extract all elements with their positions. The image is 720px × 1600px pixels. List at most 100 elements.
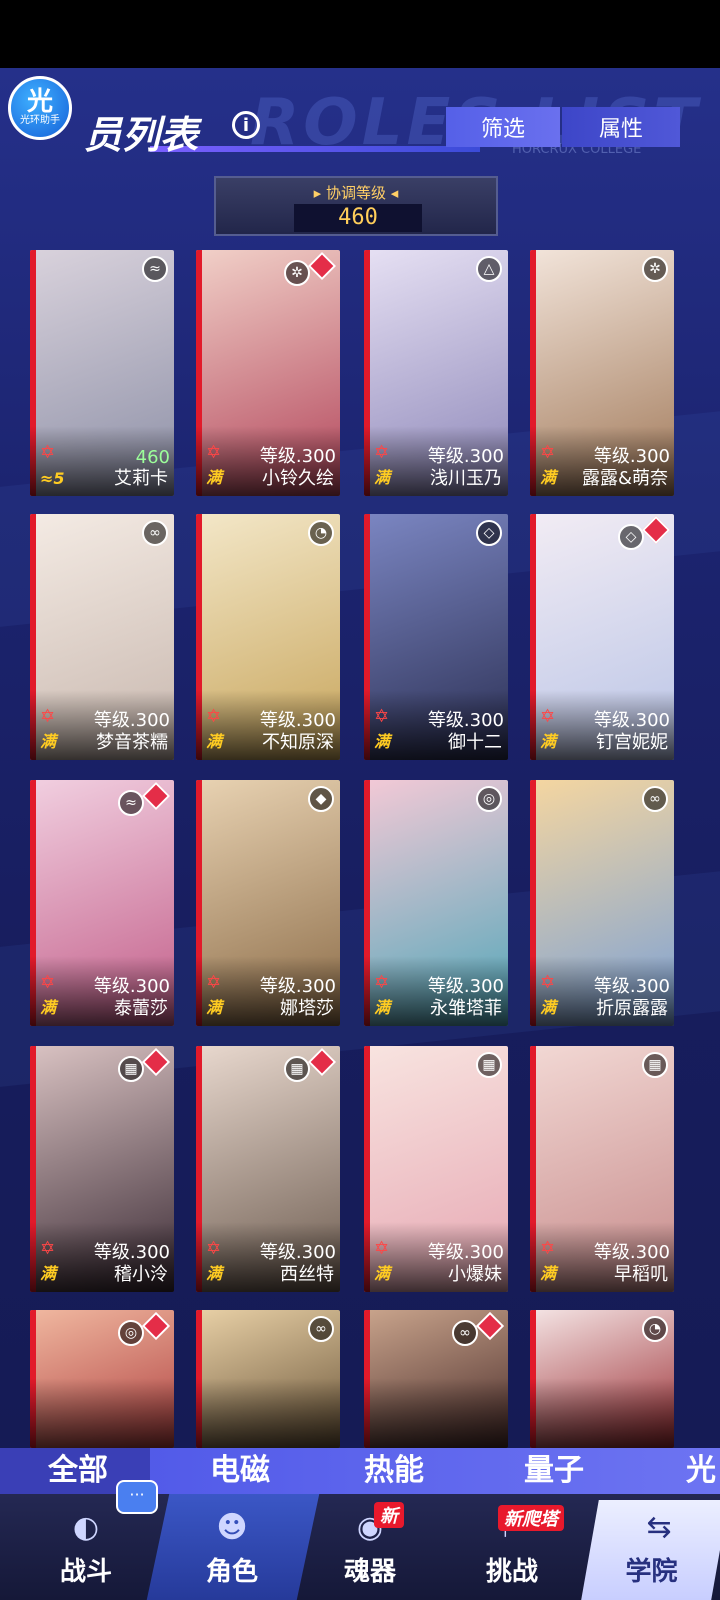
new-tower-tag: 新爬塔 — [498, 1505, 564, 1531]
character-name: 艾莉卡 — [114, 468, 168, 489]
character-name: 小爆妹 — [448, 1264, 502, 1285]
nav-soul-vessel-label: 魂器 — [343, 1557, 396, 1587]
character-card[interactable]: ◇ ✡ 等级.300 满御十二 — [364, 514, 508, 760]
new-tag: 新 — [374, 1502, 404, 1528]
max-level-mark: 满 — [540, 1264, 557, 1283]
rank-star-icon: ✡ — [374, 442, 390, 463]
filter-button[interactable]: 筛选 — [446, 107, 560, 147]
link-icon: ∞ — [308, 1316, 334, 1342]
character-card[interactable]: ▦ ✡ 等级.300 满早稻叽 — [530, 1046, 674, 1292]
spiral-icon: ◎ — [118, 1320, 144, 1346]
grid-icon: ▦ — [642, 1052, 668, 1078]
max-level-mark: 满 — [206, 732, 223, 751]
attribute-button[interactable]: 属性 — [562, 107, 680, 147]
chat-icon[interactable]: ··· — [116, 1480, 158, 1514]
rank-star-icon: ✡ — [206, 972, 222, 993]
nav-challenge-label: 挑战 — [485, 1557, 538, 1587]
card-shade — [530, 1378, 674, 1448]
halo-assistant-logo[interactable]: 光 光环助手 — [8, 76, 72, 140]
card-shade — [196, 1378, 340, 1448]
character-name: 露露&萌奈 — [581, 468, 668, 489]
rank-star-icon: ✡ — [206, 442, 222, 463]
tab-all[interactable]: 全部 — [48, 1448, 108, 1494]
header-underline — [150, 146, 480, 152]
grid-icon: ▦ — [118, 1056, 144, 1082]
element-tabs: 全部 电磁 热能 量子 光 — [0, 1448, 720, 1494]
tab-light[interactable]: 光 — [686, 1448, 716, 1494]
coordination-value: 460 — [294, 204, 422, 232]
character-card[interactable]: ∞ — [196, 1310, 340, 1448]
max-level-mark: ≈5 — [40, 469, 65, 488]
rank-star-icon: ✡ — [540, 442, 556, 463]
character-card[interactable]: ◇ ✡ 等级.300 满钉宫妮妮 — [530, 514, 674, 760]
character-card[interactable]: ▦ ✡ 等级.300 满稽小泠 — [30, 1046, 174, 1292]
character-name: 梦音茶糯 — [96, 732, 168, 753]
link-icon: ∞ — [642, 786, 668, 812]
logo-text: 光环助手 — [20, 115, 60, 126]
wifi-icon: ◔ — [308, 520, 334, 546]
character-card[interactable]: ≈ ✡ 等级.300 满泰蕾莎 — [30, 780, 174, 1026]
grid-icon: ▦ — [284, 1056, 310, 1082]
nav-soul-vessel[interactable]: ◉ 魂器 — [320, 1494, 420, 1600]
rank-star-icon: ✡ — [40, 1238, 56, 1259]
character-card[interactable]: ◆ ✡ 等级.300 满娜塔莎 — [196, 780, 340, 1026]
spiral-icon: ◎ — [476, 786, 502, 812]
character-card[interactable]: ◎ — [30, 1310, 174, 1448]
status-bar — [0, 0, 720, 68]
shield-icon: ◆ — [308, 786, 334, 812]
max-level-mark: 满 — [374, 998, 391, 1017]
character-card[interactable]: ◔ — [530, 1310, 674, 1448]
rank-star-icon: ✡ — [374, 706, 390, 727]
max-level-mark: 满 — [374, 468, 391, 487]
rank-star-icon: ✡ — [540, 706, 556, 727]
coordination-label: ▸ 协调等级 ◂ — [313, 184, 399, 202]
character-card[interactable]: △ ✡ 等级.300 满浅川玉乃 — [364, 250, 508, 496]
character-card[interactable]: ∞ ✡ 等级.300 满折原露露 — [530, 780, 674, 1026]
character-card[interactable]: ∞ — [364, 1310, 508, 1448]
rank-star-icon: ✡ — [374, 1238, 390, 1259]
tab-thermal[interactable]: 热能 — [364, 1448, 424, 1494]
wifi-icon: ◔ — [642, 1316, 668, 1342]
tab-electromagnetic[interactable]: 电磁 — [210, 1448, 270, 1494]
info-icon[interactable]: i — [232, 111, 260, 139]
character-card[interactable]: ▦ ✡ 等级.300 满西丝特 — [196, 1046, 340, 1292]
rank-star-icon: ✡ — [540, 1238, 556, 1259]
wave-icon: ≈ — [142, 256, 168, 282]
link-icon: ∞ — [142, 520, 168, 546]
character-card[interactable]: ≈ ✡ 460 ≈5 艾莉卡 — [30, 250, 174, 496]
nav-characters-label: 角色 — [205, 1557, 258, 1587]
character-card[interactable]: ✲ ✡ 等级.300 满露露&萌奈 — [530, 250, 674, 496]
coordination-level-panel: ▸ 协调等级 ◂ 460 — [214, 176, 498, 236]
character-name: 永雏塔菲 — [430, 998, 502, 1019]
character-card[interactable]: ▦ ✡ 等级.300 满小爆妹 — [364, 1046, 508, 1292]
character-name: 娜塔莎 — [280, 998, 334, 1019]
character-name: 御十二 — [448, 732, 502, 753]
character-card[interactable]: ✲ ✡ 等级.300 满小铃久绘 — [196, 250, 340, 496]
rank-star-icon: ✡ — [40, 972, 56, 993]
nav-academy[interactable]: ⇆ 学院 — [581, 1500, 720, 1600]
grid-icon: ▦ — [476, 1052, 502, 1078]
max-level-mark: 满 — [206, 1264, 223, 1283]
character-name: 折原露露 — [596, 998, 668, 1019]
wave-icon: ≈ — [118, 790, 144, 816]
max-level-mark: 满 — [374, 1264, 391, 1283]
swap-arrows-icon: ⇆ — [646, 1509, 672, 1545]
diamond-icon: ◇ — [476, 520, 502, 546]
logo-glyph: 光 — [26, 87, 53, 117]
max-level-mark: 满 — [40, 998, 57, 1017]
people-icon: ☻ — [216, 1509, 248, 1545]
character-name: 西丝特 — [280, 1264, 334, 1285]
card-shade — [364, 1378, 508, 1448]
max-level-mark: 满 — [540, 468, 557, 487]
character-card[interactable]: ◎ ✡ 等级.300 满永雏塔菲 — [364, 780, 508, 1026]
character-card[interactable]: ◔ ✡ 等级.300 满不知原深 — [196, 514, 340, 760]
link-icon: ∞ — [452, 1320, 478, 1346]
nav-battle-label: 战斗 — [59, 1557, 112, 1587]
nav-characters[interactable]: ☻ 角色 — [182, 1494, 282, 1600]
max-level-mark: 满 — [206, 468, 223, 487]
rank-star-icon: ✡ — [206, 1238, 222, 1259]
tab-quantum[interactable]: 量子 — [524, 1448, 584, 1494]
character-card[interactable]: ∞ ✡ 等级.300 满梦音茶糯 — [30, 514, 174, 760]
rank-star-icon: ✡ — [206, 706, 222, 727]
rank-star-icon: ✡ — [40, 706, 56, 727]
